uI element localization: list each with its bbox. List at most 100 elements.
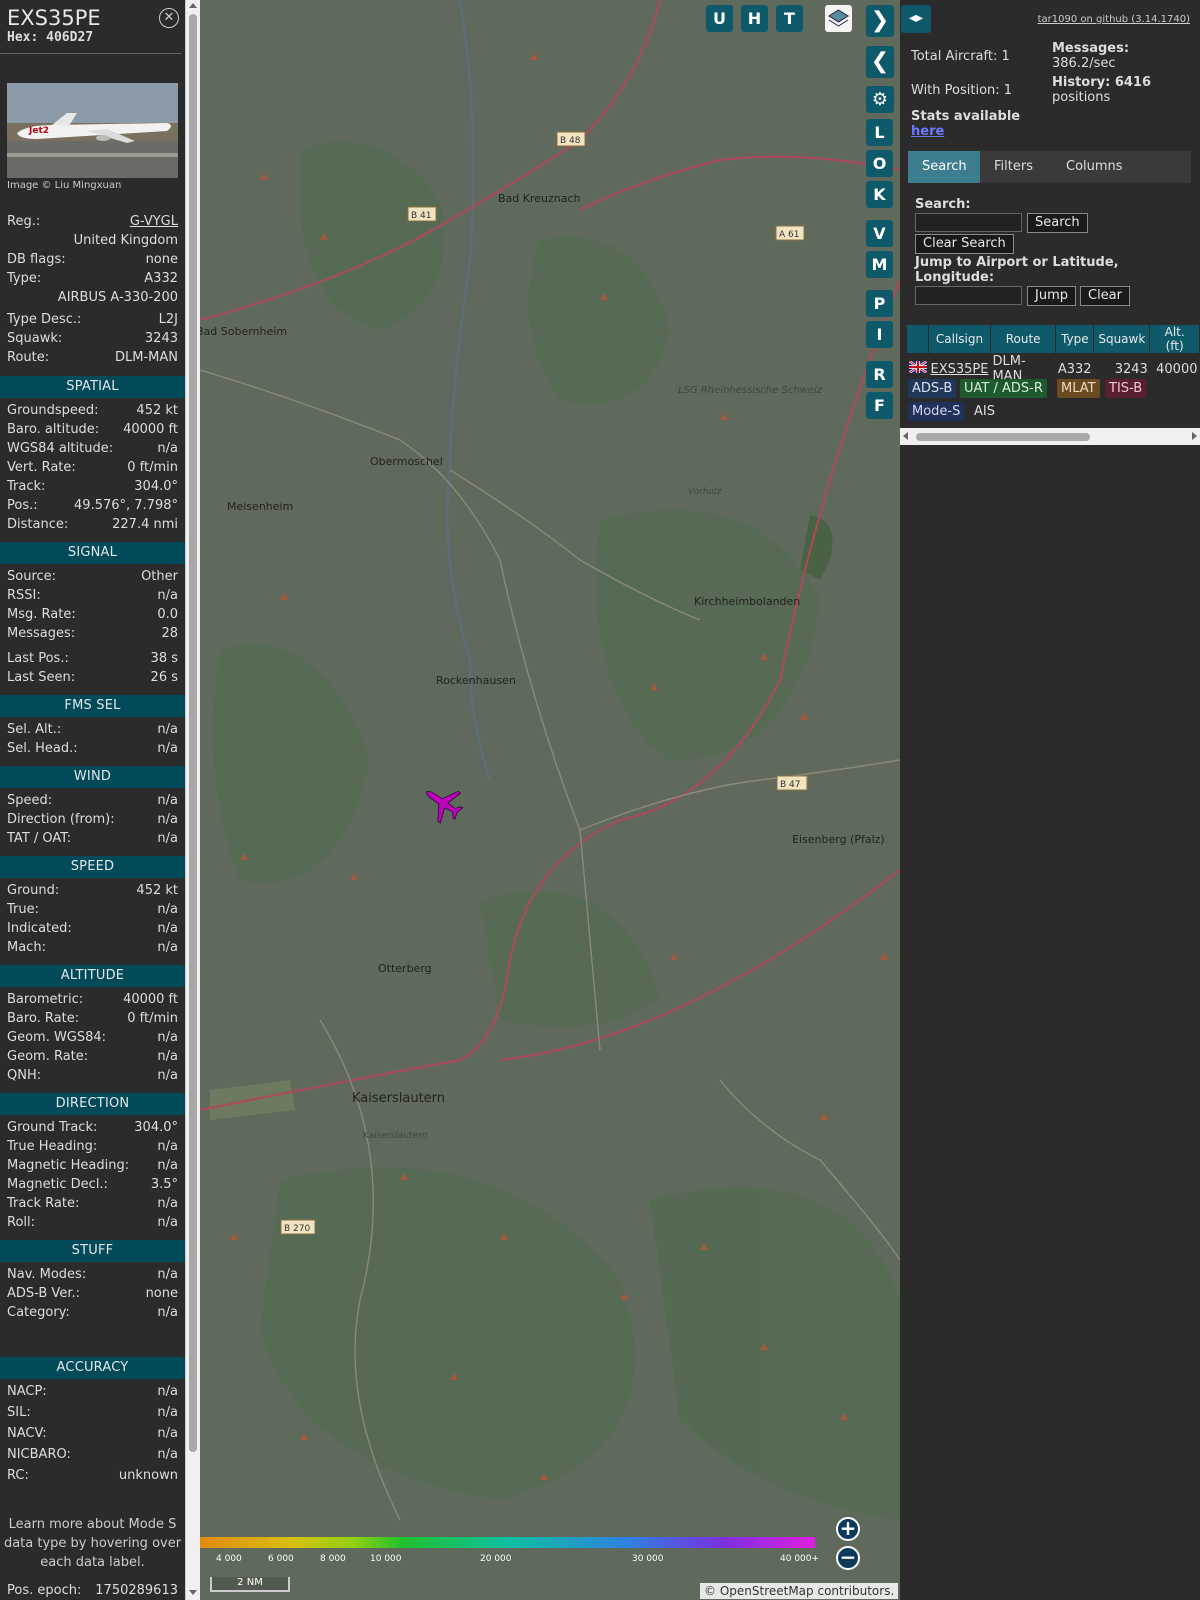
info-label[interactable]: NACP: — [7, 1384, 47, 1403]
info-label[interactable]: WGS84 altitude: — [7, 441, 113, 460]
info-label[interactable]: Speed: — [7, 793, 52, 812]
section-fms-sel[interactable]: FMS SEL — [0, 695, 185, 717]
zoom-out-minus-icon[interactable]: − — [836, 1546, 860, 1570]
map-button-h[interactable]: H — [741, 5, 768, 32]
tab-filters[interactable]: Filters — [980, 151, 1052, 183]
github-link[interactable]: tar1090 on github (3.14.1740) — [1038, 14, 1190, 25]
info-label[interactable]: NACV: — [7, 1426, 47, 1445]
info-label[interactable]: Sel. Head.: — [7, 741, 78, 760]
stats-link[interactable]: here — [911, 124, 944, 139]
tab-columns[interactable]: Columns — [1052, 151, 1138, 183]
info-label[interactable]: Magnetic Decl.: — [7, 1177, 108, 1196]
map-view[interactable]: B 48 B 41 A 61 B 47 B 270 Bad Kreuznach … — [200, 0, 900, 1600]
info-label[interactable]: Geom. WGS84: — [7, 1030, 106, 1049]
search-button[interactable]: Search — [1027, 213, 1088, 233]
info-label[interactable]: SIL: — [7, 1405, 31, 1424]
info-label[interactable]: Source: — [7, 569, 56, 588]
search-input[interactable] — [915, 213, 1022, 232]
expand-sidebar-chevron-left-icon[interactable]: ❮ — [866, 46, 894, 78]
info-label[interactable]: Geom. Rate: — [7, 1049, 88, 1068]
info-scrollbar[interactable] — [185, 0, 200, 1600]
info-label[interactable]: Mach: — [7, 940, 46, 959]
badge-ais[interactable]: AIS — [970, 402, 999, 421]
registration-link[interactable]: G-VYGL — [130, 214, 178, 233]
info-label[interactable]: Track Rate: — [7, 1196, 79, 1215]
info-label[interactable]: Msg. Rate: — [7, 607, 76, 626]
info-label[interactable]: Messages: — [7, 626, 75, 645]
expand-collapse-arrows-icon[interactable]: ◂▸ — [901, 5, 931, 33]
info-label[interactable]: Groundspeed: — [7, 403, 98, 422]
info-label[interactable]: Roll: — [7, 1215, 35, 1234]
section-wind[interactable]: WIND — [0, 766, 185, 788]
info-label[interactable]: Direction (from): — [7, 812, 115, 831]
tab-search[interactable]: Search — [908, 151, 980, 183]
info-label[interactable]: True Heading: — [7, 1139, 97, 1158]
info-label[interactable]: Nav. Modes: — [7, 1267, 86, 1286]
info-label[interactable]: QNH: — [7, 1068, 41, 1087]
section-altitude[interactable]: ALTITUDE — [0, 965, 185, 987]
info-label[interactable]: Ground Track: — [7, 1120, 97, 1139]
map-button-l[interactable]: L — [866, 119, 893, 146]
info-label[interactable]: NICBARO: — [7, 1447, 71, 1466]
col-callsign[interactable]: Callsign — [928, 324, 991, 354]
badge-adsb[interactable]: ADS-B — [908, 379, 957, 398]
info-label[interactable]: TAT / OAT: — [7, 831, 71, 850]
info-label[interactable]: Track: — [7, 479, 45, 498]
map-button-i[interactable]: I — [866, 321, 893, 348]
info-label[interactable]: RC: — [7, 1468, 29, 1487]
info-label[interactable]: Last Seen: — [7, 670, 75, 689]
map-button-p[interactable]: P — [866, 290, 893, 317]
info-label[interactable]: Last Pos.: — [7, 651, 69, 670]
col-alt[interactable]: Alt. (ft) — [1149, 324, 1200, 354]
map-button-t[interactable]: T — [776, 5, 803, 32]
clear-search-button[interactable]: Clear Search — [915, 234, 1014, 254]
scroll-left-arrow-icon[interactable] — [903, 432, 908, 440]
scroll-down-arrow-icon[interactable] — [189, 1590, 197, 1595]
map-button-o[interactable]: O — [866, 150, 893, 177]
map-button-k[interactable]: K — [866, 181, 893, 208]
info-label[interactable]: Distance: — [7, 517, 68, 536]
info-label[interactable]: Sel. Alt.: — [7, 722, 61, 741]
hscroll-thumb[interactable] — [916, 433, 1090, 441]
zoom-in-plus-icon[interactable]: + — [836, 1517, 860, 1541]
clear-button[interactable]: Clear — [1080, 286, 1130, 306]
info-label[interactable]: Baro. Rate: — [7, 1011, 79, 1030]
info-label[interactable]: Vert. Rate: — [7, 460, 76, 479]
aircraft-photo[interactable]: Jet2 — [7, 83, 178, 178]
section-direction[interactable]: DIRECTION — [0, 1093, 185, 1115]
badge-uat-adsr[interactable]: UAT / ADS-R — [960, 379, 1047, 398]
map-button-v[interactable]: V — [866, 220, 893, 247]
badge-mlat[interactable]: MLAT — [1057, 379, 1100, 398]
section-spatial[interactable]: SPATIAL — [0, 376, 185, 398]
table-horizontal-scrollbar[interactable] — [900, 428, 1200, 445]
badge-mode-s[interactable]: Mode-S — [908, 402, 965, 421]
section-signal[interactable]: SIGNAL — [0, 542, 185, 564]
col-type[interactable]: Type — [1055, 324, 1095, 354]
jump-input[interactable] — [915, 286, 1022, 305]
col-squawk[interactable]: Squawk — [1093, 324, 1151, 354]
info-label[interactable]: True: — [7, 902, 39, 921]
collapse-sidebar-chevron-right-icon[interactable]: ❯ — [866, 5, 894, 37]
info-label[interactable]: Magnetic Heading: — [7, 1158, 129, 1177]
map-button-r[interactable]: R — [866, 361, 893, 388]
col-route[interactable]: Route — [989, 324, 1057, 354]
scroll-up-arrow-icon[interactable] — [189, 3, 197, 8]
section-speed[interactable]: SPEED — [0, 856, 185, 878]
settings-gear-icon[interactable]: ⚙ — [866, 86, 894, 113]
scroll-right-arrow-icon[interactable] — [1192, 432, 1197, 440]
info-label[interactable]: ADS-B Ver.: — [7, 1286, 80, 1305]
info-label[interactable]: Category: — [7, 1305, 70, 1324]
info-label[interactable]: Baro. altitude: — [7, 422, 99, 441]
col-flag[interactable] — [906, 324, 929, 354]
info-label[interactable]: Ground: — [7, 883, 59, 902]
badge-tisb[interactable]: TIS-B — [1105, 379, 1147, 398]
jump-button[interactable]: Jump — [1027, 286, 1076, 306]
info-label[interactable]: Barometric: — [7, 992, 83, 1011]
section-accuracy[interactable]: ACCURACY — [0, 1357, 185, 1379]
section-stuff[interactable]: STUFF — [0, 1240, 185, 1262]
map-button-u[interactable]: U — [706, 5, 733, 32]
layers-icon[interactable] — [825, 5, 852, 32]
map-button-m[interactable]: M — [866, 251, 893, 278]
info-label[interactable]: Pos.: — [7, 498, 38, 517]
map-button-f[interactable]: F — [866, 392, 893, 419]
